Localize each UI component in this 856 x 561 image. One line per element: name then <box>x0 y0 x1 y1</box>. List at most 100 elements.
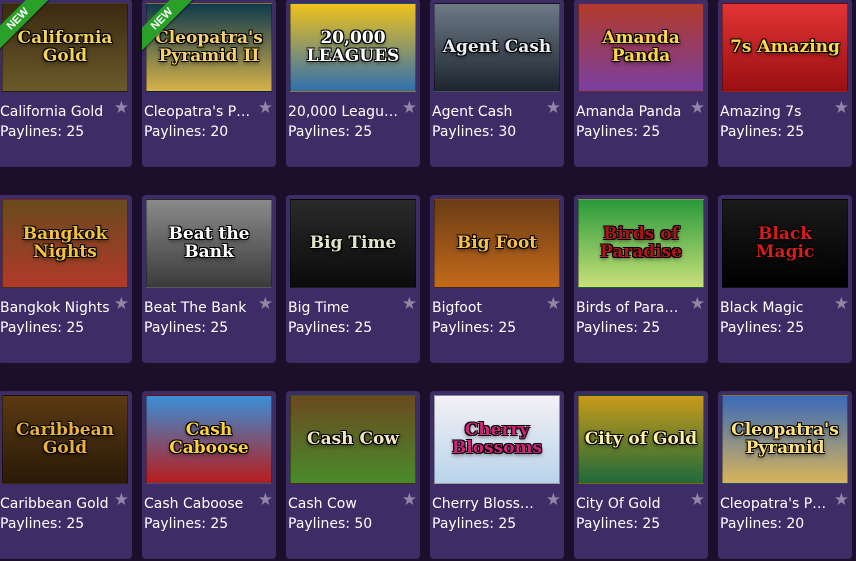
game-title[interactable]: Black Magic <box>720 300 830 316</box>
game-title[interactable]: Cash Cow <box>288 496 398 512</box>
game-card[interactable]: Caribbean Gold Caribbean Gold Paylines: 25… <box>0 391 132 559</box>
game-card[interactable]: 20,000 LEAGUES 20,000 Leagues Paylines: 25… <box>286 0 420 167</box>
game-art: Bangkok Nights <box>2 199 128 288</box>
game-logo-text: Amanda Panda <box>602 27 680 66</box>
favorite-star-icon[interactable]: ★ <box>546 296 561 313</box>
games-grid: California Gold NEW California Gold Payline… <box>0 0 856 561</box>
game-card[interactable]: California Gold NEW California Gold Payline… <box>0 0 132 167</box>
game-card[interactable]: Cleopatra's Pyramid Cleopatra's Pyr… Payli… <box>718 391 852 559</box>
game-art: Birds of Paradise <box>578 199 704 288</box>
game-title[interactable]: 20,000 Leagues <box>288 104 398 120</box>
game-title[interactable]: Amazing 7s <box>720 104 830 120</box>
game-thumbnail[interactable]: Big Foot <box>430 195 564 291</box>
game-title[interactable]: Cleopatra's Pyr… <box>144 104 254 120</box>
game-thumbnail[interactable]: Big Time <box>286 195 420 291</box>
favorite-star-icon[interactable]: ★ <box>834 492 849 509</box>
game-title[interactable]: Bigfoot <box>432 300 542 316</box>
game-paylines: Paylines: 25 <box>288 124 373 140</box>
game-card[interactable]: Black Magic Black Magic Paylines: 25 ★ <box>718 195 852 363</box>
game-thumbnail[interactable]: Cash Caboose <box>142 391 276 487</box>
game-thumbnail[interactable]: Bangkok Nights <box>0 195 132 291</box>
game-thumbnail[interactable]: 7s Amazing <box>718 0 852 95</box>
game-thumbnail[interactable]: Beat the Bank <box>142 195 276 291</box>
game-art: 7s Amazing <box>722 3 848 92</box>
favorite-star-icon[interactable]: ★ <box>114 100 129 117</box>
favorite-star-icon[interactable]: ★ <box>834 296 849 313</box>
game-thumbnail[interactable]: Cleopatra's Pyramid <box>718 391 852 487</box>
game-logo-text: Big Foot <box>456 232 538 253</box>
game-card[interactable]: Agent Cash Agent Cash Paylines: 30 ★ <box>430 0 564 167</box>
game-title[interactable]: Caribbean Gold <box>0 496 110 512</box>
game-title[interactable]: California Gold <box>0 104 110 120</box>
favorite-star-icon[interactable]: ★ <box>114 492 129 509</box>
favorite-star-icon[interactable]: ★ <box>258 100 273 117</box>
game-thumbnail[interactable]: Black Magic <box>718 195 852 291</box>
game-thumbnail[interactable]: Birds of Paradise <box>574 195 708 291</box>
game-card[interactable]: Big Foot Bigfoot Paylines: 25 ★ <box>430 195 564 363</box>
favorite-star-icon[interactable]: ★ <box>834 100 849 117</box>
game-title[interactable]: Big Time <box>288 300 398 316</box>
game-card[interactable]: Bangkok Nights Bangkok Nights Paylines: 25… <box>0 195 132 363</box>
game-paylines: Paylines: 25 <box>432 516 517 532</box>
favorite-star-icon[interactable]: ★ <box>114 296 129 313</box>
game-card[interactable]: Cash Caboose Cash Caboose Paylines: 25 ★ <box>142 391 276 559</box>
game-card[interactable]: Big Time Big Time Paylines: 25 ★ <box>286 195 420 363</box>
game-title[interactable]: City Of Gold <box>576 496 686 512</box>
game-logo-text: 7s Amazing <box>730 36 840 57</box>
game-card[interactable]: 7s Amazing Amazing 7s Paylines: 25 ★ <box>718 0 852 167</box>
game-thumbnail[interactable]: Cleopatra's Pyramid II NEW <box>142 0 276 95</box>
game-card[interactable]: Cash Cow Cash Cow Paylines: 50 ★ <box>286 391 420 559</box>
game-art: Cash Caboose <box>146 395 272 484</box>
favorite-star-icon[interactable]: ★ <box>546 100 561 117</box>
game-paylines: Paylines: 25 <box>0 124 85 140</box>
game-thumbnail[interactable]: City of Gold <box>574 391 708 487</box>
game-art: Cash Cow <box>290 395 416 484</box>
game-paylines: Paylines: 25 <box>576 516 661 532</box>
game-title[interactable]: Agent Cash <box>432 104 542 120</box>
favorite-star-icon[interactable]: ★ <box>402 296 417 313</box>
favorite-star-icon[interactable]: ★ <box>546 492 561 509</box>
favorite-star-icon[interactable]: ★ <box>690 296 705 313</box>
game-card[interactable]: Beat the Bank Beat The Bank Paylines: 25 ★ <box>142 195 276 363</box>
game-thumbnail[interactable]: Caribbean Gold <box>0 391 132 487</box>
game-title[interactable]: Beat The Bank <box>144 300 254 316</box>
game-logo-text: Cash Cow <box>307 428 399 449</box>
game-logo-text: City of Gold <box>584 428 698 449</box>
game-title[interactable]: Cleopatra's Pyr… <box>720 496 830 512</box>
game-thumbnail[interactable]: California Gold NEW <box>0 0 132 95</box>
favorite-star-icon[interactable]: ★ <box>690 100 705 117</box>
game-card[interactable]: City of Gold City Of Gold Paylines: 25 ★ <box>574 391 708 559</box>
favorite-star-icon[interactable]: ★ <box>402 100 417 117</box>
game-card[interactable]: Cleopatra's Pyramid II NEW Cleopatra's Pyr… <box>142 0 276 167</box>
game-paylines: Paylines: 25 <box>576 124 661 140</box>
game-thumbnail[interactable]: 20,000 LEAGUES <box>286 0 420 95</box>
game-card[interactable]: Cherry Blossoms Cherry Blossoms Paylines: … <box>430 391 564 559</box>
game-art: Beat the Bank <box>146 199 272 288</box>
favorite-star-icon[interactable]: ★ <box>258 296 273 313</box>
favorite-star-icon[interactable]: ★ <box>258 492 273 509</box>
game-thumbnail[interactable]: Cash Cow <box>286 391 420 487</box>
game-card[interactable]: Amanda Panda Amanda Panda Paylines: 25 ★ <box>574 0 708 167</box>
game-paylines: Paylines: 25 <box>576 320 661 336</box>
game-title[interactable]: Birds of Paradise <box>576 300 686 316</box>
game-logo-text: Birds of Paradise <box>599 223 683 262</box>
game-title[interactable]: Cash Caboose <box>144 496 254 512</box>
game-title[interactable]: Bangkok Nights <box>0 300 110 316</box>
game-thumbnail[interactable]: Amanda Panda <box>574 0 708 95</box>
game-logo-text: Agent Cash <box>442 36 552 57</box>
game-paylines: Paylines: 20 <box>720 516 805 532</box>
game-title[interactable]: Cherry Blossoms <box>432 496 542 512</box>
game-paylines: Paylines: 25 <box>288 320 373 336</box>
game-thumbnail[interactable]: Cherry Blossoms <box>430 391 564 487</box>
game-thumbnail[interactable]: Agent Cash <box>430 0 564 95</box>
game-logo-text: 20,000 LEAGUES <box>306 27 400 66</box>
game-logo-text: Big Time <box>309 232 397 253</box>
game-art: Black Magic <box>722 199 848 288</box>
game-paylines: Paylines: 25 <box>144 320 229 336</box>
favorite-star-icon[interactable]: ★ <box>690 492 705 509</box>
game-paylines: Paylines: 20 <box>144 124 229 140</box>
game-title[interactable]: Amanda Panda <box>576 104 686 120</box>
game-card[interactable]: Birds of Paradise Birds of Paradise Paylin… <box>574 195 708 363</box>
favorite-star-icon[interactable]: ★ <box>402 492 417 509</box>
game-paylines: Paylines: 25 <box>720 320 805 336</box>
